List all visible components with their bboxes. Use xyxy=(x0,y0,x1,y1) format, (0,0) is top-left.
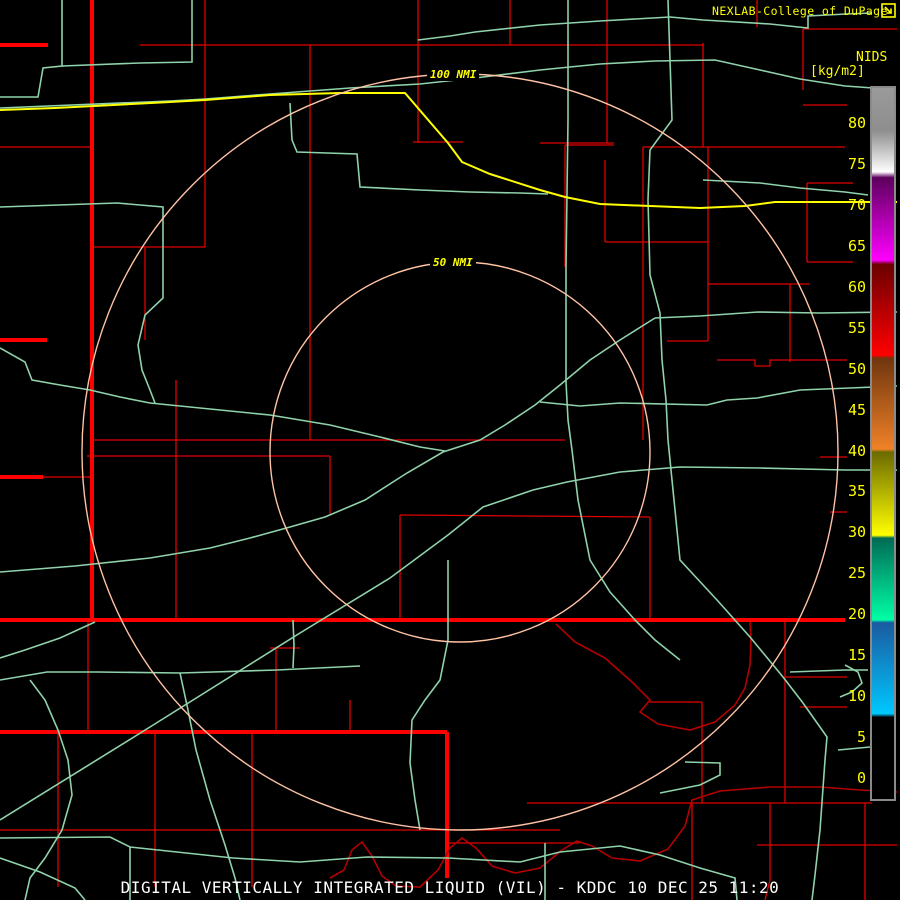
radar-basemap xyxy=(0,0,898,900)
external-arrow-box-icon[interactable] xyxy=(881,3,896,18)
colorbar-tick-30: 30 xyxy=(847,523,866,542)
vil-colorbar xyxy=(870,86,896,801)
colorbar-tick-65: 65 xyxy=(847,236,866,255)
product-caption: DIGITAL VERTICALLY INTEGRATED LIQUID (VI… xyxy=(120,878,780,897)
vil-colorbar-ticks: 80 75 70 65 60 55 50 45 40 35 30 25 20 15 10 5 0 xyxy=(818,88,866,799)
colorbar-tick-35: 35 xyxy=(847,482,866,501)
state-boundary-lines xyxy=(0,0,845,878)
colorbar-tick-20: 20 xyxy=(847,605,866,624)
colorbar-tick-50: 50 xyxy=(847,359,866,378)
colorbar-tick-25: 25 xyxy=(847,564,866,583)
radar-screen: 100 NMI 50 NMI NEXLAB-College of DuPage … xyxy=(0,0,900,900)
colorbar-tick-60: 60 xyxy=(847,277,866,296)
range-ring-label-100nmi: 100 NMI xyxy=(427,68,480,81)
colorbar-tick-70: 70 xyxy=(847,195,866,214)
range-ring-label-50nmi: 50 NMI xyxy=(430,256,476,269)
brand-text: NEXLAB-College of DuPage xyxy=(712,4,888,18)
colorbar-tick-5: 5 xyxy=(856,728,866,747)
colorbar-tick-15: 15 xyxy=(847,646,866,665)
colorbar-tick-0: 0 xyxy=(856,769,866,788)
legend-units: [kg/m2] xyxy=(810,64,865,79)
colorbar-tick-75: 75 xyxy=(847,154,866,173)
colorbar-tick-10: 10 xyxy=(847,687,866,706)
colorbar-tick-55: 55 xyxy=(847,318,866,337)
colorbar-tick-80: 80 xyxy=(847,114,866,132)
range-rings xyxy=(81,73,839,831)
legend-title: NIDS xyxy=(856,50,888,65)
colorbar-tick-40: 40 xyxy=(847,441,866,460)
colorbar-tick-45: 45 xyxy=(847,400,866,419)
